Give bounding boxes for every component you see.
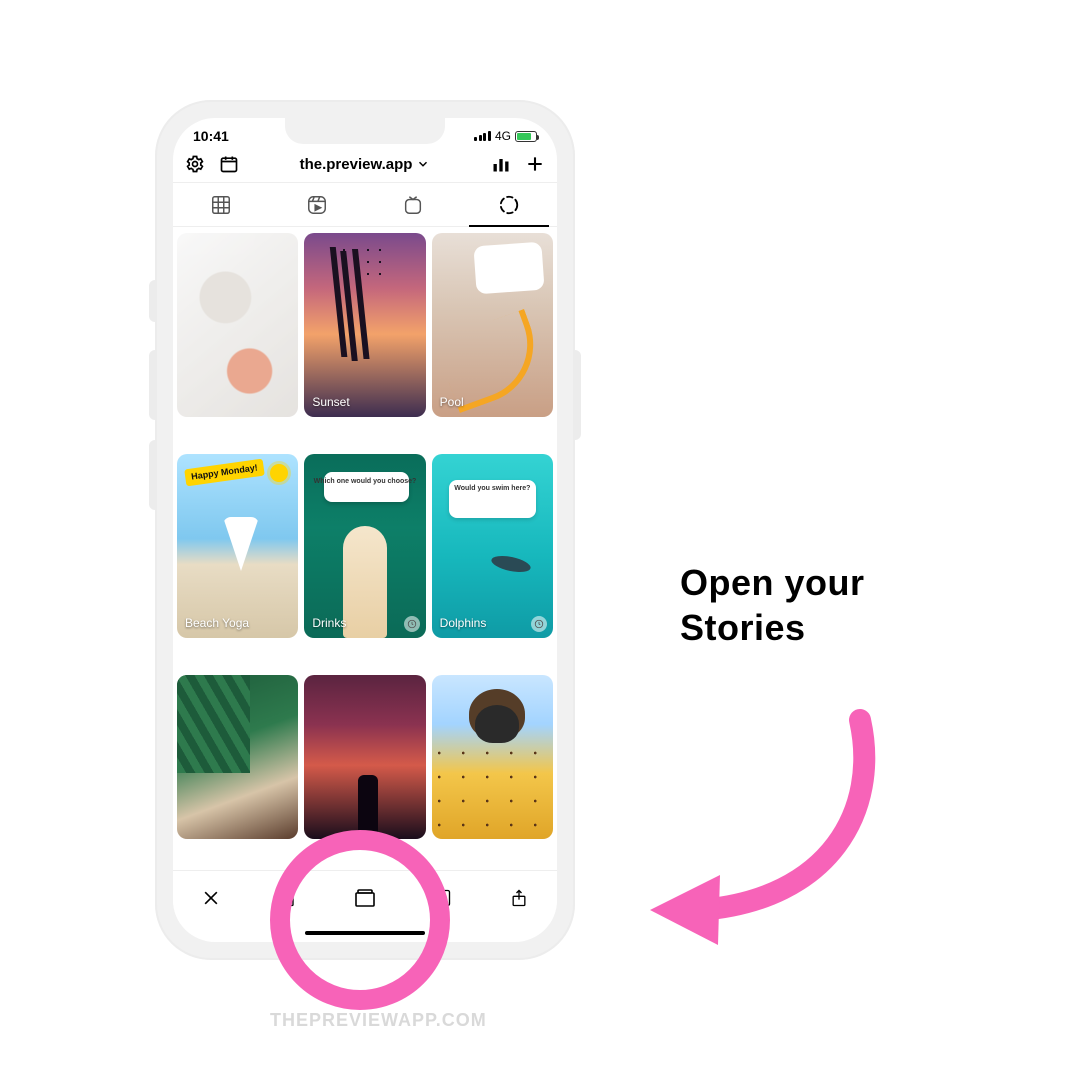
- phone-screen: 10:41 4G the.preview.: [173, 118, 557, 942]
- story-label: Pool: [440, 395, 464, 409]
- story-tile[interactable]: Happy Monday! Beach Yoga: [177, 454, 298, 638]
- tab-stories[interactable]: [461, 183, 557, 226]
- story-tile[interactable]: [304, 675, 425, 839]
- calendar-icon[interactable]: [219, 154, 239, 174]
- tab-grid[interactable]: [173, 183, 269, 226]
- story-tile[interactable]: [432, 675, 553, 839]
- story-poll-text: Which one would you choose?: [304, 478, 425, 485]
- phone-volume-down: [149, 440, 155, 510]
- stories-grid: Sunset Pool Happy Monday! Beach Yoga Whi…: [173, 227, 557, 870]
- analytics-icon[interactable]: [491, 154, 511, 174]
- close-icon[interactable]: [199, 886, 223, 910]
- story-label: Beach Yoga: [185, 616, 249, 630]
- signal-icon: [474, 131, 491, 141]
- phone-power-button: [575, 350, 581, 440]
- annotation-caption: Open your Stories: [680, 560, 865, 650]
- share-icon[interactable]: [507, 886, 531, 910]
- story-tile[interactable]: Which one would you choose? Drinks: [304, 454, 425, 638]
- scheduled-icon: [531, 616, 547, 632]
- story-label: Sunset: [312, 395, 349, 409]
- caption-line: Stories: [680, 605, 865, 650]
- story-tile[interactable]: [177, 233, 298, 417]
- tab-reels[interactable]: [269, 183, 365, 226]
- status-time: 10:41: [193, 128, 229, 144]
- watermark: THEPREVIEWAPP.COM: [270, 1010, 487, 1031]
- story-tile[interactable]: Sunset: [304, 233, 425, 417]
- battery-icon: [515, 131, 537, 142]
- username-label: the.preview.app: [300, 156, 413, 173]
- scheduled-icon: [404, 616, 420, 632]
- gear-icon[interactable]: [185, 154, 205, 174]
- story-label: Drinks: [312, 616, 346, 630]
- story-tile[interactable]: [177, 675, 298, 839]
- phone-side-button: [149, 280, 155, 322]
- network-label: 4G: [495, 129, 511, 143]
- annotation-arrow-icon: [630, 700, 890, 960]
- caption-line: Open your: [680, 560, 865, 605]
- annotation-highlight-circle: [270, 830, 450, 1010]
- tab-igtv[interactable]: [365, 183, 461, 226]
- sun-icon: [270, 464, 288, 482]
- story-tile[interactable]: Pool: [432, 233, 553, 417]
- chevron-down-icon: [416, 157, 430, 171]
- story-poll-text: Would you swim here?: [432, 485, 553, 492]
- story-label: Dolphins: [440, 616, 487, 630]
- phone-notch: [285, 118, 445, 144]
- plus-icon[interactable]: [525, 154, 545, 174]
- story-sticker: Happy Monday!: [184, 459, 265, 487]
- app-header: the.preview.app: [173, 148, 557, 183]
- phone-volume-up: [149, 350, 155, 420]
- story-tile[interactable]: Would you swim here? Dolphins: [432, 454, 553, 638]
- content-tabs: [173, 183, 557, 227]
- account-switcher[interactable]: the.preview.app: [300, 156, 431, 173]
